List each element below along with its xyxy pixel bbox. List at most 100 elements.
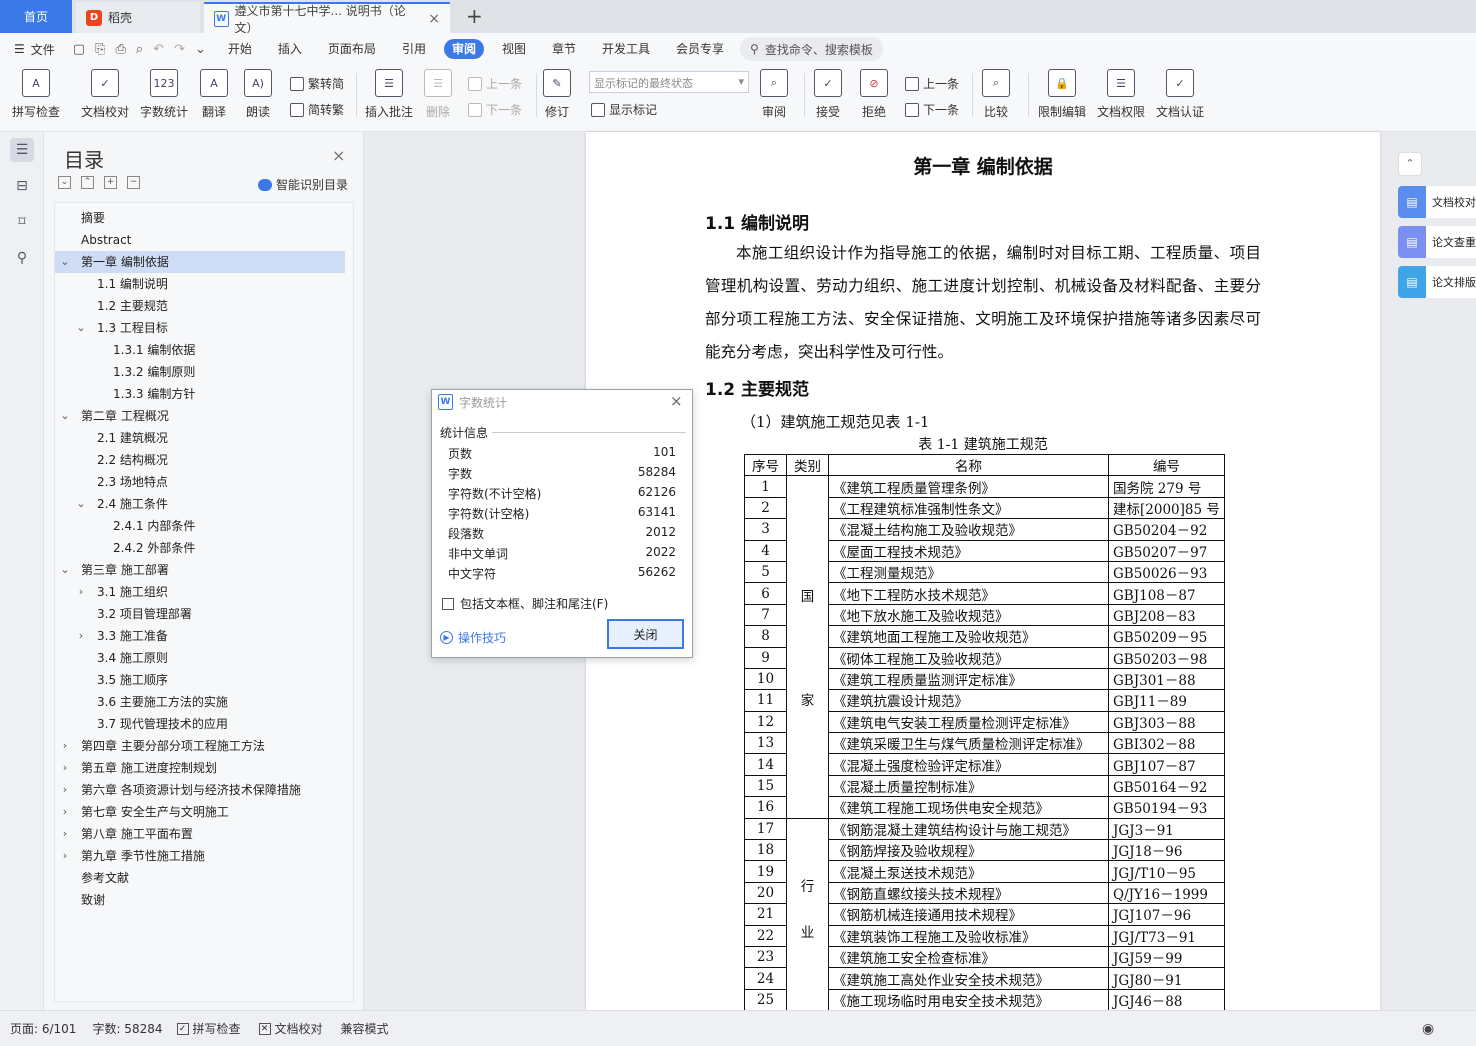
translate-button[interactable]: A 翻译	[200, 69, 228, 120]
close-tab-icon[interactable]: ×	[428, 11, 440, 27]
tab-home[interactable]: 首页	[0, 0, 72, 33]
toc-item[interactable]: 3.5 施工顺序	[55, 669, 345, 691]
toc-item[interactable]: 2.3 场地特点	[55, 471, 345, 493]
toc-item[interactable]: Abstract	[55, 229, 345, 251]
word-count-button[interactable]: 123 字数统计	[140, 69, 188, 120]
menu-tab-4[interactable]: 审阅	[443, 39, 484, 59]
toc-item[interactable]: 1.1 编制说明	[55, 273, 345, 295]
toc-panel-icon[interactable]: ☰	[10, 138, 34, 162]
reject-button[interactable]: ⊘ 拒绝	[860, 69, 888, 120]
compare-button[interactable]: ⌕ 比较	[982, 69, 1010, 120]
redo-icon[interactable]: ↷	[174, 42, 185, 57]
tab-daoke[interactable]: D 稻壳	[76, 2, 200, 33]
toc-item[interactable]: › 第四章 主要分部分项工程施工方法	[55, 735, 345, 757]
chevron-right-icon[interactable]: ›	[75, 581, 87, 603]
file-menu[interactable]: ☰ 文件	[14, 41, 55, 58]
chevron-down-icon[interactable]: ⌄	[59, 405, 71, 427]
chevron-right-icon[interactable]: ›	[59, 735, 71, 757]
print-preview-icon[interactable]: ⌕	[136, 42, 143, 57]
menu-tab-3[interactable]: 引用	[394, 39, 434, 59]
simp-to-trad-button[interactable]: 简转繁	[290, 101, 344, 118]
export-icon[interactable]: ⎘	[95, 42, 105, 57]
toc-item[interactable]: 3.6 主要施工方法的实施	[55, 691, 345, 713]
toc-item[interactable]: ⌄ 2.4 施工条件	[55, 493, 345, 515]
undo-icon[interactable]: ↶	[153, 42, 164, 57]
toc-item[interactable]: 致谢	[55, 889, 345, 911]
display-mode-select[interactable]: 显示标记的最终状态 ▾	[589, 71, 749, 93]
chevron-right-icon[interactable]: ›	[59, 779, 71, 801]
toc-item[interactable]: ⌄ 第三章 施工部署	[55, 559, 345, 581]
bookmark-icon[interactable]: ⌑	[10, 210, 34, 234]
chevron-right-icon[interactable]: ›	[59, 757, 71, 779]
close-icon[interactable]: ×	[332, 146, 345, 165]
toc-item[interactable]: › 第六章 各项资源计划与经济技术保障措施	[55, 779, 345, 801]
menu-tab-1[interactable]: 插入	[270, 39, 310, 59]
menu-tab-5[interactable]: 视图	[494, 39, 534, 59]
word-count-indicator[interactable]: 字数: 58284	[92, 1020, 162, 1037]
toc-item[interactable]: › 3.1 施工组织	[55, 581, 345, 603]
insert-comment-button[interactable]: ☰ 插入批注	[365, 69, 413, 120]
remove-heading-icon[interactable]: −	[127, 176, 140, 189]
toc-item[interactable]: 1.2 主要规范	[55, 295, 345, 317]
document-page[interactable]: 第一章 编制依据 1.1 编制说明 本施工组织设计作为指导施工的依据，编制时对目…	[586, 132, 1380, 1012]
chapter-nav-icon[interactable]: ⊟	[10, 174, 34, 198]
toc-item[interactable]: › 第八章 施工平面布置	[55, 823, 345, 845]
search-icon[interactable]: ⚲	[10, 246, 34, 270]
trad-to-simp-button[interactable]: 繁转简	[290, 75, 344, 92]
command-search[interactable]: ⚲ 查找命令、搜索模板	[740, 37, 883, 61]
toc-item[interactable]: 2.4.2 外部条件	[55, 537, 345, 559]
close-icon[interactable]: ×	[670, 392, 683, 410]
tips-link[interactable]: ▶ 操作技巧	[440, 629, 506, 646]
toc-item[interactable]: 参考文献	[55, 867, 345, 889]
doc-rights-button[interactable]: ☰ 文档权限	[1097, 69, 1145, 120]
next-comment-button[interactable]: 下一条	[468, 101, 522, 118]
chevron-right-icon[interactable]: ›	[59, 823, 71, 845]
toc-item[interactable]: 1.3.3 编制方针	[55, 383, 345, 405]
restrict-editing-button[interactable]: 🔒 限制编辑	[1038, 69, 1086, 120]
track-changes-button[interactable]: ✎ 修订	[543, 69, 571, 120]
doc-cert-button[interactable]: ✓ 文档认证	[1156, 69, 1204, 120]
toc-item[interactable]: ⌄ 第一章 编制依据	[55, 251, 345, 273]
menu-tab-2[interactable]: 页面布局	[320, 39, 384, 59]
tab-document[interactable]: W 遵义市第十七中学... 说明书（论文） ×	[204, 2, 450, 35]
doc-proof-toggle[interactable]: ✕ 文档校对	[258, 1020, 323, 1037]
chevron-right-icon[interactable]: ›	[75, 625, 87, 647]
side-tool-button[interactable]: ▤ 论文查重	[1398, 226, 1476, 258]
page-indicator[interactable]: 页面: 6/101	[10, 1020, 76, 1037]
chevron-right-icon[interactable]: ›	[59, 801, 71, 823]
menu-tab-6[interactable]: 章节	[544, 39, 584, 59]
spell-check-button[interactable]: A 拼写检查	[12, 69, 60, 120]
toc-item[interactable]: 2.4.1 内部条件	[55, 515, 345, 537]
toc-item[interactable]: 1.3.1 编制依据	[55, 339, 345, 361]
toc-item[interactable]: 2.1 建筑概况	[55, 427, 345, 449]
toc-item[interactable]: › 第五章 施工进度控制规划	[55, 757, 345, 779]
delete-comment-button[interactable]: ☰ 删除	[424, 69, 452, 120]
customize-icon[interactable]: ⌄	[195, 42, 206, 57]
expand-all-icon[interactable]: ⌃	[81, 176, 94, 189]
add-heading-icon[interactable]: +	[104, 176, 117, 189]
toc-item[interactable]: › 3.3 施工准备	[55, 625, 345, 647]
toc-item[interactable]: 摘要	[55, 207, 345, 229]
toc-item[interactable]: ⌄ 1.3 工程目标	[55, 317, 345, 339]
toc-item[interactable]: 3.4 施工原则	[55, 647, 345, 669]
toc-item[interactable]: 3.2 项目管理部署	[55, 603, 345, 625]
toc-item[interactable]: 2.2 结构概况	[55, 449, 345, 471]
doc-proof-button[interactable]: ✓ 文档校对	[81, 69, 129, 120]
chevron-down-icon[interactable]: ⌄	[59, 559, 71, 581]
toc-item[interactable]: › 第九章 季节性施工措施	[55, 845, 345, 867]
menu-tab-7[interactable]: 开发工具	[594, 39, 658, 59]
toc-item[interactable]: › 第七章 安全生产与文明施工	[55, 801, 345, 823]
accept-button[interactable]: ✓ 接受	[814, 69, 842, 120]
menu-tab-0[interactable]: 开始	[220, 39, 260, 59]
side-tool-button[interactable]: ▤ 文档校对	[1398, 186, 1476, 218]
collapse-all-icon[interactable]: ⌄	[58, 176, 71, 189]
show-markup-button[interactable]: 显示标记	[591, 101, 657, 118]
include-textboxes-checkbox[interactable]: 包括文本框、脚注和尾注(F)	[442, 595, 608, 612]
prev-comment-button[interactable]: 上一条	[468, 75, 522, 92]
prev-change-button[interactable]: 上一条	[905, 75, 959, 92]
checkbox-box[interactable]	[442, 597, 454, 610]
chevron-down-icon[interactable]: ⌄	[75, 317, 87, 339]
read-aloud-button[interactable]: A) 朗读	[244, 69, 272, 120]
close-button[interactable]: 关闭	[607, 619, 684, 649]
save-icon[interactable]: ▢	[73, 42, 85, 57]
